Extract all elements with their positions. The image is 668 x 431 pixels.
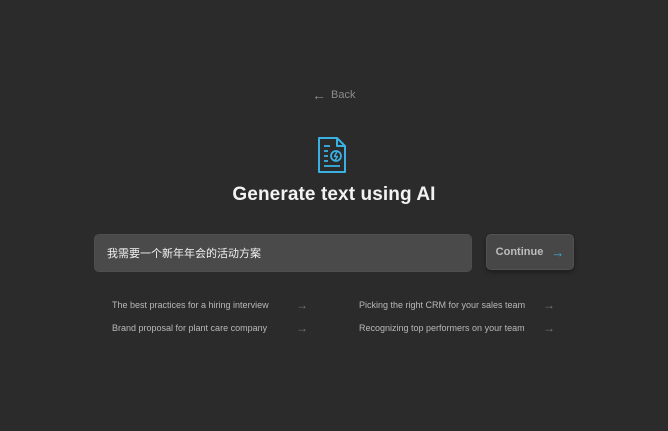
ai-document-icon [318, 137, 346, 173]
page-title: Generate text using AI [232, 184, 436, 205]
suggestion-item[interactable]: Picking the right CRM for your sales tea… [359, 297, 559, 313]
generate-text-panel: ← Back Generate text using AI Continue →… [2, 2, 666, 427]
suggestion-item[interactable]: Recognizing top performers on your team … [359, 320, 559, 336]
suggestion-label: The best practices for a hiring intervie… [112, 300, 269, 310]
suggestion-label: Brand proposal for plant care company [112, 323, 268, 333]
arrow-right-icon: → [551, 244, 565, 260]
prompt-input[interactable] [94, 234, 472, 272]
back-link[interactable]: ← Back [312, 86, 355, 104]
continue-label: Continue [495, 246, 544, 258]
suggestion-item[interactable]: The best practices for a hiring intervie… [112, 297, 312, 313]
arrow-right-icon: → [543, 298, 555, 312]
suggestion-item[interactable]: Brand proposal for plant care company → [112, 320, 312, 336]
arrow-right-icon: → [296, 321, 308, 335]
suggestion-label: Recognizing top performers on your team [359, 323, 525, 333]
suggestion-label: Picking the right CRM for your sales tea… [359, 300, 526, 310]
back-label: Back [331, 89, 356, 101]
arrow-right-icon: → [296, 298, 308, 312]
arrow-right-icon: → [543, 321, 555, 335]
arrow-left-icon: ← [312, 87, 326, 103]
continue-button[interactable]: Continue → [486, 234, 574, 270]
